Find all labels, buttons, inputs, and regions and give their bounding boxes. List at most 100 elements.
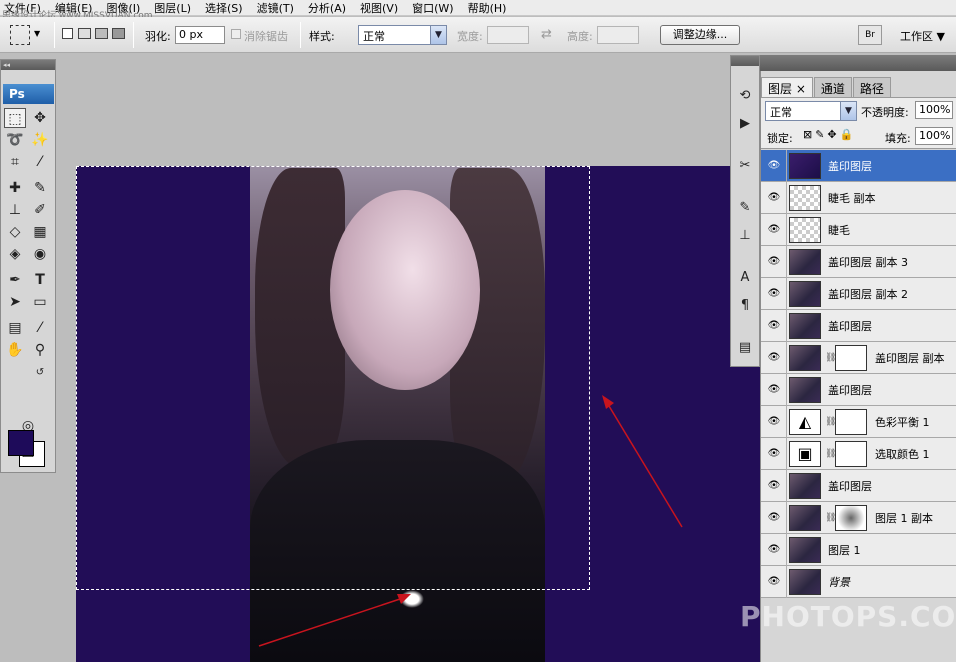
style-select[interactable]: 正常 ▼ [358, 25, 447, 45]
marquee-tool-icon[interactable] [10, 25, 30, 45]
history-panel-icon[interactable]: ⟲ [735, 86, 755, 106]
menu-layer[interactable]: 图层(L) [154, 0, 191, 16]
eye-icon[interactable]: 👁 [767, 576, 781, 588]
layer-mask-thumbnail[interactable] [835, 409, 867, 435]
layer-comps-icon[interactable]: ▤ [735, 338, 755, 358]
clone-source-icon[interactable]: ⊥ [735, 226, 755, 246]
layer-row[interactable]: 👁 盖印图层 [761, 310, 956, 342]
brush-tool-icon[interactable]: ✎ [29, 178, 51, 198]
layer-row[interactable]: 👁 ⛓ 图层 1 副本 [761, 502, 956, 534]
layer-row[interactable]: 👁 盖印图层 [761, 150, 956, 182]
layer-row[interactable]: 👁 睫毛 副本 [761, 182, 956, 214]
eye-icon[interactable]: 👁 [767, 416, 781, 428]
panel-grip-bar[interactable] [760, 55, 956, 71]
layer-row[interactable]: 👁 睫毛 [761, 214, 956, 246]
actions-panel-icon[interactable]: ▶ [735, 114, 755, 134]
blend-mode-select[interactable]: 正常 ▼ [765, 101, 857, 121]
eye-icon[interactable]: 👁 [767, 480, 781, 492]
panel-grip[interactable]: ◂◂ [1, 60, 55, 70]
clone-stamp-tool-icon[interactable]: ⊥ [4, 200, 26, 220]
healing-brush-tool-icon[interactable]: ✚ [4, 178, 26, 198]
panel-dock: ⟲ ▶ ✂ ✎ ⊥ A ¶ ▤ [730, 55, 760, 367]
shape-tool-icon[interactable]: ▭ [29, 292, 51, 312]
feather-input[interactable]: 0 px [175, 26, 225, 44]
menu-help[interactable]: 帮助(H) [468, 0, 507, 16]
layer-row[interactable]: 👁 盖印图层 [761, 374, 956, 406]
eye-icon[interactable]: 👁 [767, 384, 781, 396]
eyedropper-icon[interactable]: ⁄ [29, 318, 51, 338]
foreground-color-swatch[interactable] [8, 430, 34, 456]
eye-icon[interactable]: 👁 [767, 352, 781, 364]
eyedropper-tool-icon[interactable]: ⁄ [29, 152, 51, 172]
magic-wand-tool-icon[interactable]: ✨ [29, 130, 51, 150]
lock-icons[interactable]: ⊠✎✥🔒 [803, 128, 856, 141]
layer-row[interactable]: 👁 ⛓ 盖印图层 副本 [761, 342, 956, 374]
rectangular-marquee-tool-icon[interactable]: ⬚ [4, 108, 26, 128]
new-selection-icon[interactable] [62, 28, 73, 39]
layer-name: 睫毛 副本 [828, 192, 876, 205]
history-brush-tool-icon[interactable]: ✐ [29, 200, 51, 220]
layer-mask-thumbnail[interactable] [835, 505, 867, 531]
panel-grip[interactable] [731, 56, 759, 66]
layer-mask-thumbnail[interactable] [835, 345, 867, 371]
height-input[interactable] [597, 26, 639, 44]
refine-edge-button[interactable]: 调整边缘... [660, 25, 740, 45]
chevron-down-icon[interactable]: ▼ [34, 29, 40, 38]
antialias-checkbox[interactable] [231, 29, 241, 39]
eye-icon[interactable]: 👁 [767, 288, 781, 300]
layer-row[interactable]: 👁 盖印图层 [761, 470, 956, 502]
opacity-input[interactable]: 100% [915, 101, 953, 119]
notes-tool-icon[interactable]: ▤ [4, 318, 26, 338]
menu-select[interactable]: 选择(S) [205, 0, 243, 16]
fill-input[interactable]: 100% [915, 127, 953, 145]
character-panel-icon[interactable]: A [735, 268, 755, 288]
eye-icon[interactable]: 👁 [767, 160, 781, 172]
width-input[interactable] [487, 26, 529, 44]
tab-paths[interactable]: 路径 [852, 77, 891, 97]
hand-tool-icon[interactable]: ✋ [4, 340, 26, 360]
selection-marquee[interactable] [76, 166, 590, 590]
add-selection-icon[interactable] [78, 28, 91, 39]
layer-row[interactable]: 👁 背景 [761, 566, 956, 598]
menu-analysis[interactable]: 分析(A) [308, 0, 346, 16]
layer-row[interactable]: 👁 ◭ ⛓ 色彩平衡 1 [761, 406, 956, 438]
menu-window[interactable]: 窗口(W) [412, 0, 453, 16]
subtract-selection-icon[interactable] [95, 28, 108, 39]
eye-icon[interactable]: 👁 [767, 544, 781, 556]
layer-row[interactable]: 👁 盖印图层 副本 3 [761, 246, 956, 278]
intersect-selection-icon[interactable] [112, 28, 125, 39]
menu-view[interactable]: 视图(V) [360, 0, 398, 16]
paragraph-panel-icon[interactable]: ¶ [735, 296, 755, 316]
eye-icon[interactable]: 👁 [767, 512, 781, 524]
path-selection-tool-icon[interactable]: ➤ [4, 292, 26, 312]
watermark-bottom: PHOTOPS.COM [740, 600, 956, 633]
layer-mask-thumbnail[interactable] [835, 441, 867, 467]
type-tool-icon[interactable]: T [29, 270, 51, 290]
tab-channels[interactable]: 通道 [813, 77, 852, 97]
eye-icon[interactable]: 👁 [767, 256, 781, 268]
swap-dimensions-icon[interactable]: ⇄ [541, 27, 552, 42]
eye-icon[interactable]: 👁 [767, 192, 781, 204]
workspace-button[interactable]: 工作区 ▼ [900, 28, 945, 44]
move-tool-icon[interactable]: ✥ [29, 108, 51, 128]
layer-row[interactable]: 👁 ▣ ⛓ 选取颜色 1 [761, 438, 956, 470]
dodge-tool-icon[interactable]: ◉ [29, 244, 51, 264]
pen-tool-icon[interactable]: ✒ [4, 270, 26, 290]
layer-row[interactable]: 👁 盖印图层 副本 2 [761, 278, 956, 310]
zoom-tool-icon[interactable]: ⚲ [29, 340, 51, 360]
blur-tool-icon[interactable]: ◈ [4, 244, 26, 264]
eye-icon[interactable]: 👁 [767, 448, 781, 460]
eraser-tool-icon[interactable]: ◇ [4, 222, 26, 242]
eye-icon[interactable]: 👁 [767, 320, 781, 332]
tab-layers[interactable]: 图层 × [761, 77, 813, 97]
tool-presets-icon[interactable]: ✂ [735, 156, 755, 176]
eye-icon[interactable]: 👁 [767, 224, 781, 236]
crop-tool-icon[interactable]: ⌗ [4, 152, 26, 172]
gradient-tool-icon[interactable]: ▦ [29, 222, 51, 242]
swap-colors-icon[interactable]: ↺ [33, 366, 47, 380]
brushes-panel-icon[interactable]: ✎ [735, 198, 755, 218]
lasso-tool-icon[interactable]: ➰ [4, 130, 26, 150]
layer-row[interactable]: 👁 图层 1 [761, 534, 956, 566]
menu-filter[interactable]: 滤镜(T) [257, 0, 294, 16]
bridge-icon[interactable]: Br [858, 25, 882, 45]
